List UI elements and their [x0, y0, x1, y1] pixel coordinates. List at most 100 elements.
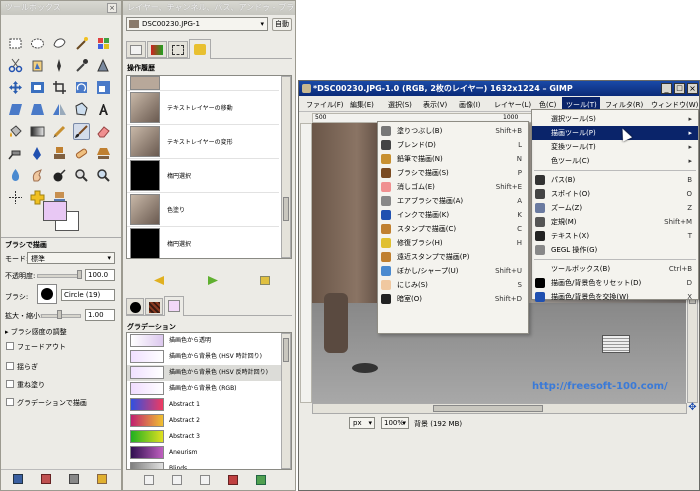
- rect-select-icon[interactable]: [7, 35, 24, 52]
- zoom-select[interactable]: 100% ▾: [381, 417, 409, 429]
- heal-icon[interactable]: [73, 145, 90, 162]
- menu-select[interactable]: 選択(S): [388, 100, 412, 110]
- gradient-scrollbar[interactable]: [281, 333, 291, 469]
- paint-menu-item[interactable]: ブレンド(D) L: [378, 138, 528, 152]
- tools-menu-item[interactable]: テキスト(X) T: [532, 229, 698, 243]
- gradient-item[interactable]: 描画色から背景色 (HSV 時計回り): [127, 349, 289, 365]
- paint-menu-item[interactable]: インクで描画(K) K: [378, 208, 528, 222]
- tools-menu-item[interactable]: 選択ツール(S) ▸: [532, 112, 698, 126]
- tools-menu-item[interactable]: 描画ツール(P) ▸: [532, 126, 698, 140]
- paint-menu-item[interactable]: 塗りつぶし(B) Shift+B: [378, 124, 528, 138]
- menu-layer[interactable]: レイヤー(L): [494, 100, 531, 110]
- tools-menu-item[interactable]: GEGL 操作(G): [532, 243, 698, 257]
- tab-brushes[interactable]: [126, 298, 144, 315]
- reset-options-icon[interactable]: [97, 474, 107, 484]
- paint-menu-item[interactable]: ぼかし/シャープ(U) Shift+U: [378, 264, 528, 278]
- paint-menu-item[interactable]: 鉛筆で描画(N) N: [378, 152, 528, 166]
- paint-menu-item[interactable]: スタンプで描画(C) C: [378, 222, 528, 236]
- ellipse-select-icon[interactable]: [29, 35, 46, 52]
- menu-file[interactable]: ファイル(F): [306, 100, 344, 110]
- dodge-burn-icon[interactable]: [51, 167, 68, 184]
- paint-menu-item[interactable]: 修復ブラシ(H) H: [378, 236, 528, 250]
- tools-menu-item[interactable]: 描画色/背景色を交換(W) X: [532, 290, 698, 304]
- eraser-icon[interactable]: [95, 123, 112, 140]
- tools-menu-item[interactable]: ズーム(Z) Z: [532, 201, 698, 215]
- toolbox-close-button[interactable]: ×: [107, 3, 117, 13]
- history-item[interactable]: 楕円選択: [127, 159, 279, 193]
- history-item[interactable]: 楕円選択: [127, 227, 279, 258]
- restore-options-icon[interactable]: [41, 474, 51, 484]
- color-picker-icon[interactable]: [73, 57, 90, 74]
- vertical-ruler[interactable]: [300, 123, 312, 403]
- opacity-slider-handle[interactable]: [77, 270, 82, 279]
- free-select-icon[interactable]: [51, 35, 68, 52]
- paint-menu-item[interactable]: エアブラシで描画(A) A: [378, 194, 528, 208]
- toolbox-titlebar[interactable]: ツールボックス: [1, 1, 121, 15]
- jitter-checkbox[interactable]: [6, 362, 14, 370]
- paintbrush-icon[interactable]: [73, 123, 90, 140]
- tab-paths[interactable]: [168, 41, 188, 58]
- magnify-icon[interactable]: [95, 167, 112, 184]
- zoom-icon[interactable]: [95, 57, 112, 74]
- incremental-checkbox[interactable]: [6, 380, 14, 388]
- minimize-button[interactable]: _: [661, 83, 672, 94]
- blur-icon[interactable]: [7, 167, 24, 184]
- delete-gradient-icon[interactable]: [228, 475, 238, 485]
- gradient-item[interactable]: 描画色から背景色 (RGB): [127, 381, 289, 397]
- gradient-scrollbar-thumb[interactable]: [283, 338, 289, 362]
- menu-edit[interactable]: 編集(E): [350, 100, 374, 110]
- opacity-slider[interactable]: [37, 274, 81, 278]
- blend-icon[interactable]: [29, 123, 46, 140]
- ink-icon[interactable]: [29, 145, 46, 162]
- paint-menu-item[interactable]: 消しゴム(E) Shift+E: [378, 180, 528, 194]
- rotate-icon[interactable]: [73, 79, 90, 96]
- paint-menu-item[interactable]: 暗室(O) Shift+D: [378, 292, 528, 306]
- mode-select[interactable]: 標準 ▾: [27, 252, 115, 264]
- fuzzy-select-icon[interactable]: [73, 35, 90, 52]
- dock-titlebar[interactable]: レイヤー、チャンネル、パス、アンドゥ - ブラシ、...: [123, 1, 295, 15]
- redo-icon[interactable]: [208, 276, 218, 285]
- tools-menu-item[interactable]: 変換ツール(T) ▸: [532, 140, 698, 154]
- undo-icon[interactable]: [154, 276, 164, 285]
- gradient-item[interactable]: Abstract 3: [127, 429, 289, 445]
- tools-menu-item[interactable]: ツールボックス(B) Ctrl+B: [532, 262, 698, 276]
- tab-gradients[interactable]: [164, 296, 184, 316]
- paint-menu-item[interactable]: ブラシで描画(S) P: [378, 166, 528, 180]
- perspective-clone-icon[interactable]: [95, 145, 112, 162]
- gradient-item[interactable]: Abstract 2: [127, 413, 289, 429]
- clone-icon[interactable]: [51, 145, 68, 162]
- new-gradient-icon[interactable]: [172, 475, 182, 485]
- foreground-color-swatch-front[interactable]: [43, 201, 67, 221]
- auto-button[interactable]: 自動: [272, 18, 292, 31]
- menu-view[interactable]: 表示(V): [423, 100, 447, 110]
- move-icon[interactable]: [7, 79, 24, 96]
- maximize-button[interactable]: □: [674, 83, 685, 94]
- close-button[interactable]: ×: [687, 83, 698, 94]
- scissors-select-icon[interactable]: [7, 57, 24, 74]
- tab-patterns[interactable]: [145, 298, 163, 315]
- pencil-icon[interactable]: [51, 123, 68, 140]
- horizontal-scrollbar-thumb[interactable]: [433, 405, 543, 412]
- tab-channels[interactable]: [147, 41, 167, 58]
- paths-icon[interactable]: [51, 57, 68, 74]
- image-titlebar[interactable]: *DSC00230.JPG-1.0 (RGB, 2枚のレイヤー) 1632x12…: [299, 81, 699, 96]
- measure-icon[interactable]: [73, 167, 90, 184]
- shear-icon[interactable]: [7, 101, 24, 118]
- tools-menu-item[interactable]: 色ツール(C) ▸: [532, 154, 698, 168]
- paint-menu-item[interactable]: にじみ(S) S: [378, 278, 528, 292]
- scale-icon[interactable]: [95, 79, 112, 96]
- history-item[interactable]: [127, 76, 279, 91]
- save-options-icon[interactable]: [13, 474, 23, 484]
- tools-menu-item[interactable]: 定規(M) Shift+M: [532, 215, 698, 229]
- history-item[interactable]: 色塗り: [127, 193, 279, 227]
- align-icon[interactable]: [29, 79, 46, 96]
- smudge-icon[interactable]: [29, 167, 46, 184]
- refresh-gradient-icon[interactable]: [256, 475, 266, 485]
- tools-menu-item[interactable]: 描画色/背景色をリセット(D) D: [532, 276, 698, 290]
- history-scrollbar-thumb[interactable]: [283, 197, 289, 221]
- duplicate-gradient-icon[interactable]: [200, 475, 210, 485]
- cage-transform-icon[interactable]: [73, 101, 90, 118]
- gradient-item[interactable]: Aneurism: [127, 445, 289, 461]
- bucket-fill-icon[interactable]: [7, 123, 24, 140]
- foreground-select-icon[interactable]: [29, 57, 46, 74]
